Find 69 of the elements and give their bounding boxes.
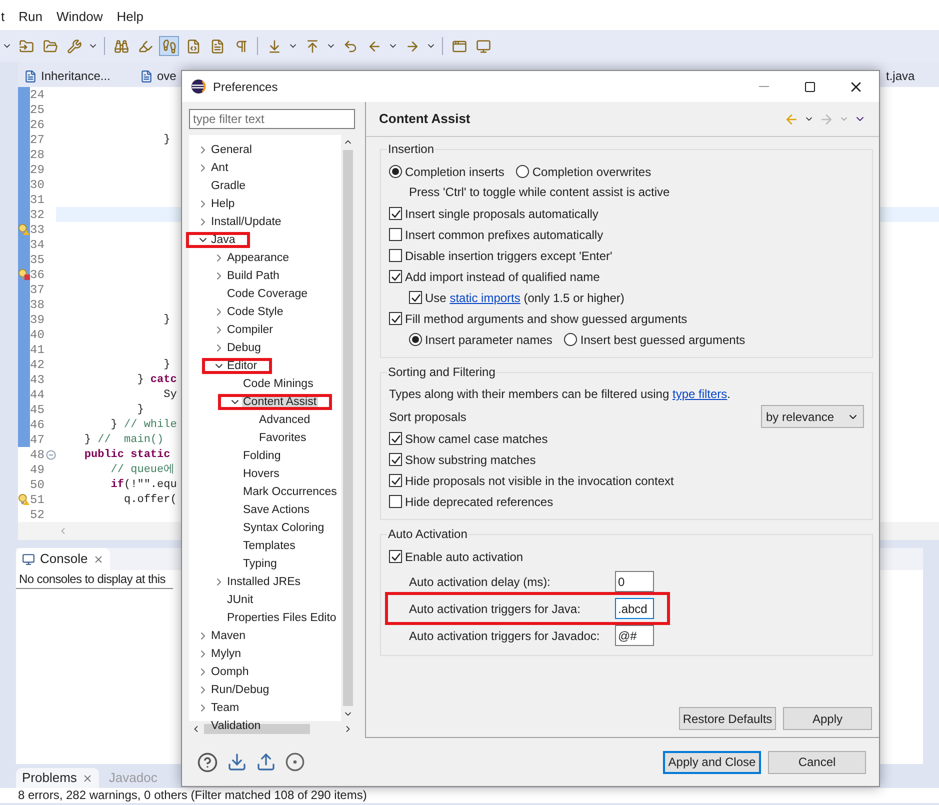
checkbox-label: Disable insertion triggers except 'Enter': [405, 248, 612, 264]
line-number: 26: [30, 116, 45, 134]
line-number: 48: [30, 446, 45, 464]
field-label: Auto activation triggers for Java:: [409, 600, 582, 618]
select-label: Sort proposals: [389, 408, 466, 426]
checkbox-label: Insert common prefixes automatically: [405, 226, 604, 244]
checkbox-label: Add import instead of qualified name: [405, 268, 600, 286]
code-text: }: [162, 359, 170, 371]
radio-label: Completion overwrites: [532, 164, 652, 180]
checkbox-label: Show camel case matches: [405, 430, 548, 448]
checkbox-label: Fill method arguments and show guessed arguments: [405, 310, 688, 328]
line-number: 51: [30, 492, 45, 508]
line-number: 36: [30, 266, 45, 284]
code-text: q.offer(: [123, 494, 177, 506]
line-number: 49: [30, 462, 45, 478]
group-title: Insertion: [387, 141, 436, 158]
checkbox-label: Insert single proposals automatically: [405, 206, 598, 222]
field-label: Auto activation triggers for Javadoc:: [409, 628, 601, 644]
line-number: 30: [30, 176, 45, 194]
line-number: 35: [30, 252, 45, 268]
status-text: 8 errors, 282 warnings, 0 others (Filter matched 108 of 290 items): [18, 788, 367, 802]
checkbox-label: Hide deprecated references: [405, 494, 554, 510]
line-number: 39: [30, 312, 45, 328]
line-number: 43: [30, 372, 45, 388]
line-number: 50: [30, 476, 45, 494]
page-title: Content Assist: [379, 110, 470, 128]
checkbox-label: Use static imports (only 1.5 or higher): [425, 290, 624, 306]
line-number: 25: [30, 102, 45, 118]
code-text: } // while: [110, 419, 177, 431]
line-number: 45: [30, 402, 45, 418]
checkbox-label: Show substring matches: [405, 452, 536, 468]
group-title: Sorting and Filtering: [387, 364, 496, 381]
line-number: 44: [30, 386, 45, 404]
line-number: 46: [30, 416, 45, 434]
code-text: Sy: [162, 389, 177, 401]
console-message: No consoles to display at this: [16, 570, 174, 589]
group-title: Auto Activation: [387, 526, 468, 543]
line-number: 28: [30, 146, 45, 164]
code-text: public static: [83, 449, 170, 461]
code-text: if(!"".equ: [110, 479, 177, 491]
line-number: 34: [30, 236, 45, 254]
field-label: Auto activation delay (ms):: [409, 574, 552, 590]
hint-text: Press 'Ctrl' to toggle while content assist is active: [408, 186, 671, 199]
checkbox-label: Hide proposals not visible in the invocation context: [405, 472, 674, 490]
line-number: 41: [30, 342, 45, 358]
line-number: 33: [30, 222, 45, 238]
line-number: 32: [30, 206, 45, 224]
code-text: } catc: [136, 374, 177, 386]
code-text: }: [162, 314, 170, 326]
line-number: 29: [30, 162, 45, 178]
checkbox-label: Enable auto activation: [405, 548, 524, 566]
code-text: }: [136, 404, 144, 416]
line-number: 40: [30, 326, 45, 344]
line-number: 24: [30, 86, 45, 104]
line-number: 27: [30, 132, 45, 148]
line-number: 47: [30, 432, 45, 448]
line-number: 52: [30, 506, 45, 524]
line-number: 37: [30, 282, 45, 298]
line-number: 42: [30, 356, 45, 374]
code-text: } // main(): [83, 434, 164, 446]
radio-label: Insert parameter names: [425, 332, 552, 348]
line-number: 31: [30, 192, 45, 208]
radio-label: Insert best guessed arguments: [580, 332, 746, 348]
radio-label: Completion inserts: [405, 164, 504, 180]
code-text: // queue에: [110, 464, 175, 476]
window-title: Preferences: [213, 78, 278, 96]
code-text: }: [162, 134, 170, 146]
filter-text: Types along with their members can be filtered using type filters.: [389, 388, 732, 401]
line-number: 38: [30, 296, 45, 314]
